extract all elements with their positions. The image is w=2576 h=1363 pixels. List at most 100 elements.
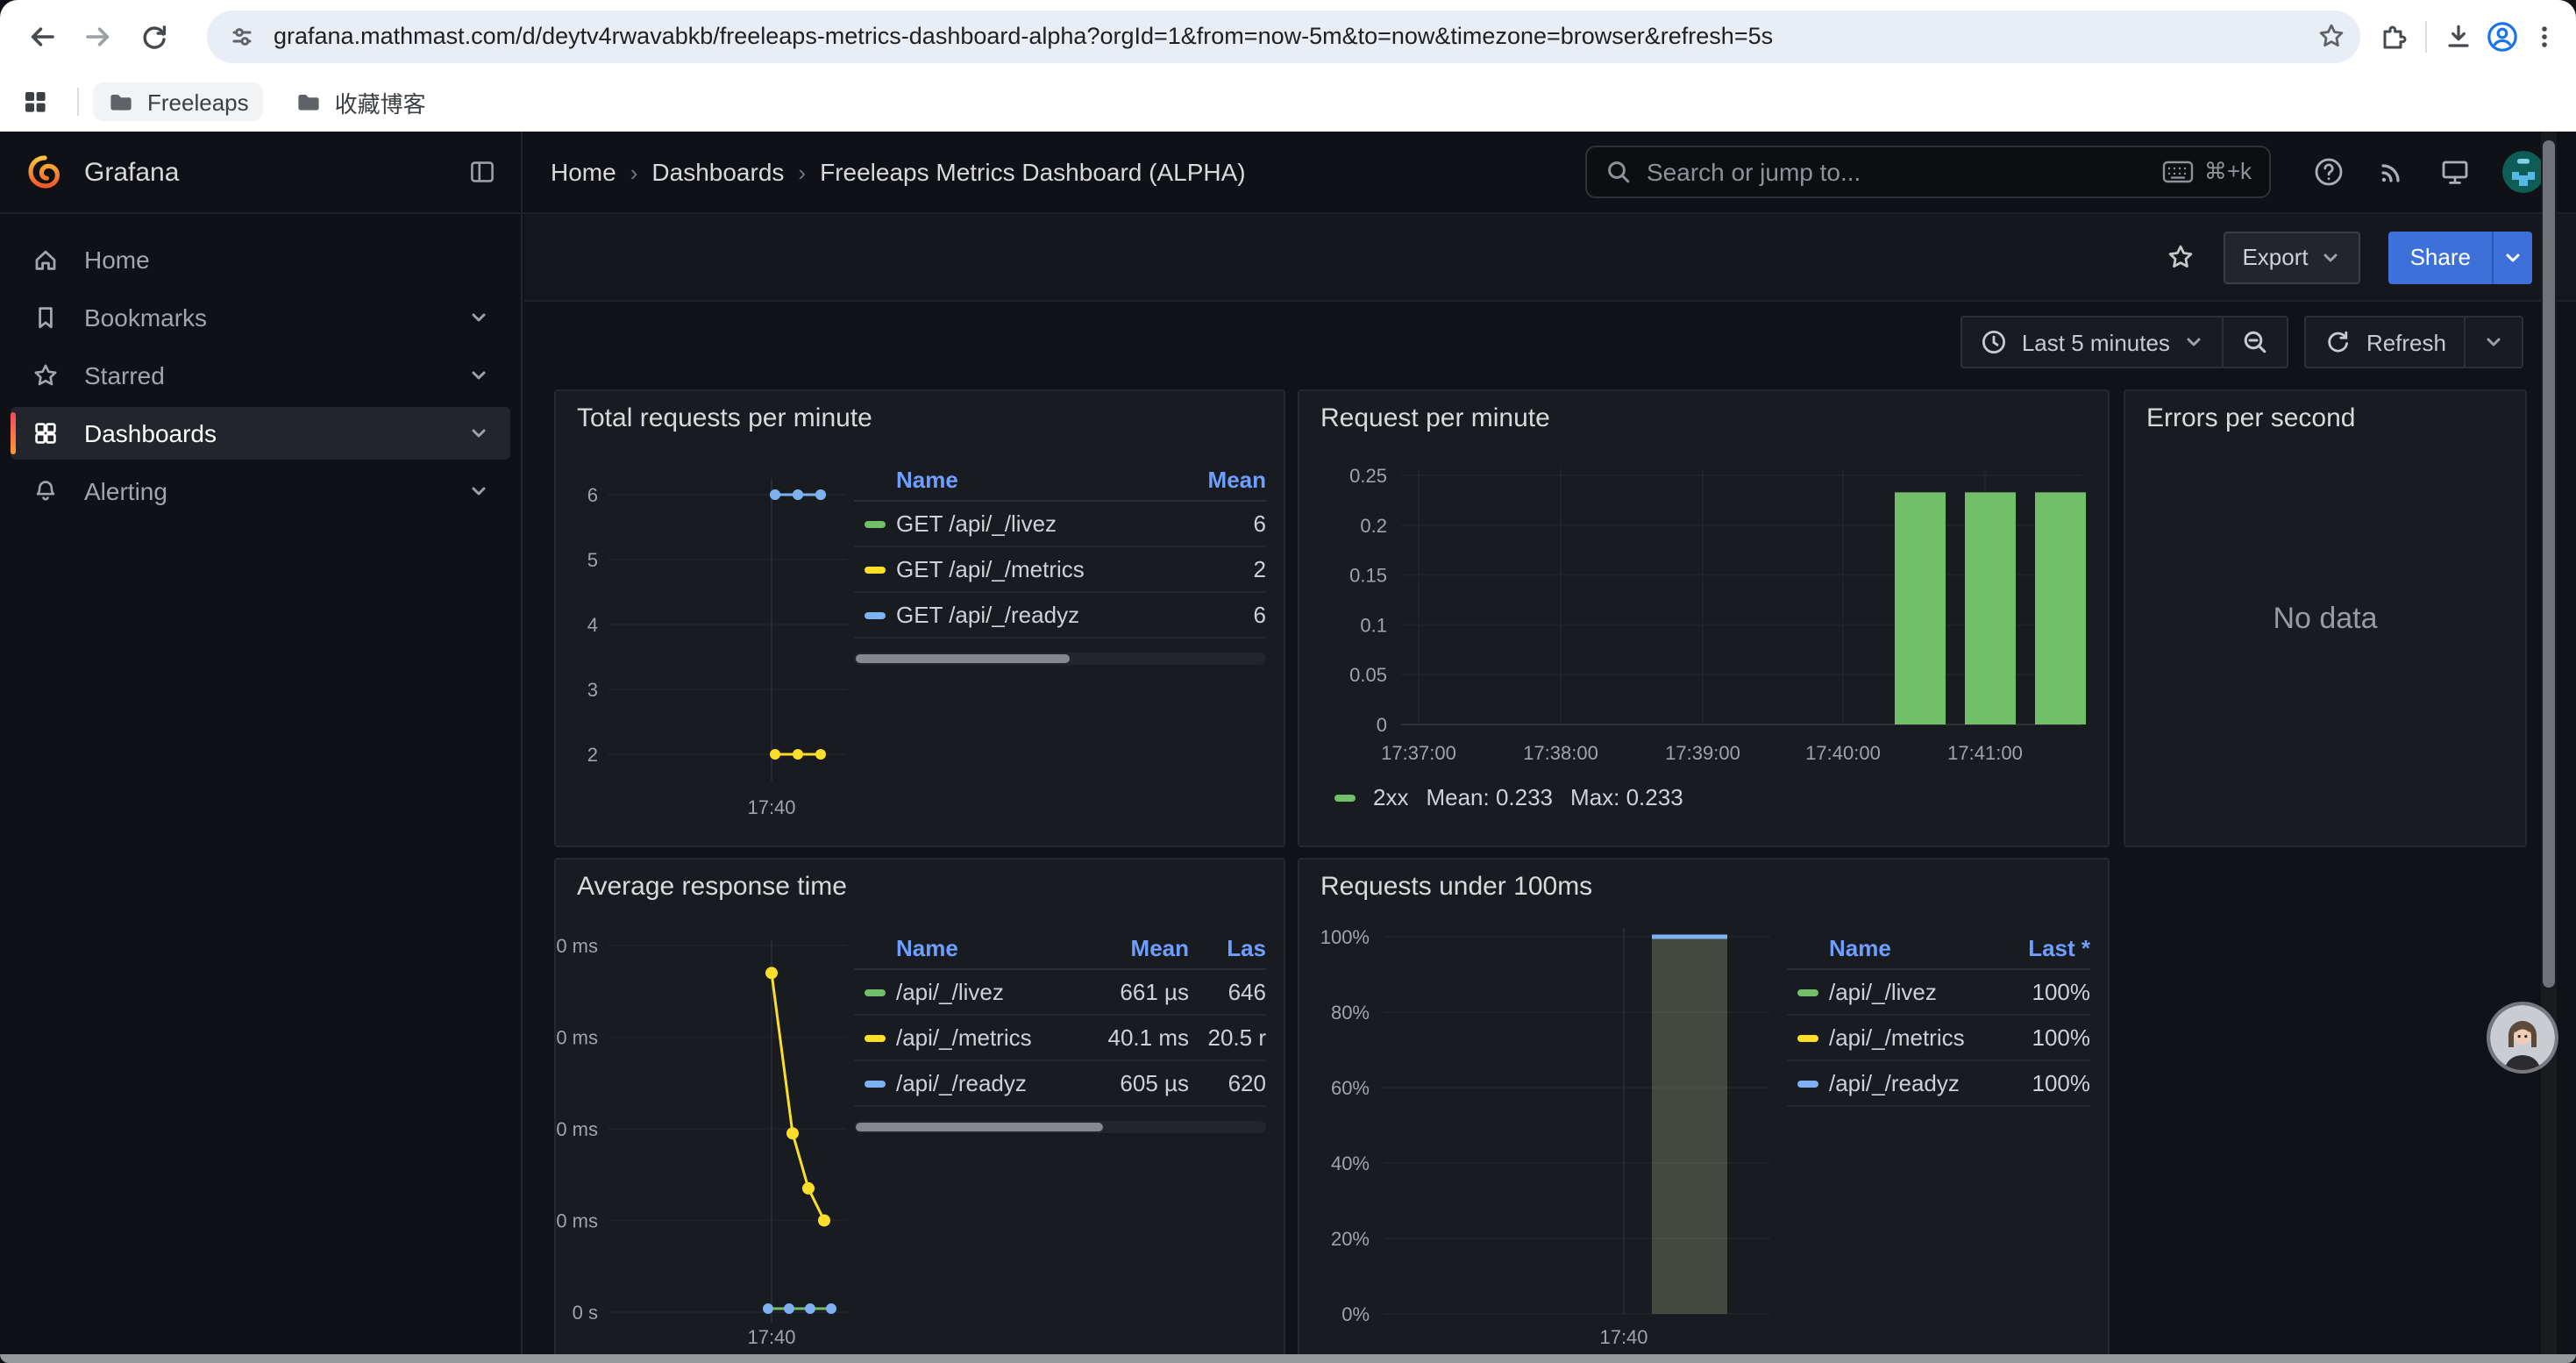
scrollbar-thumb[interactable]	[2543, 140, 2555, 988]
home-icon	[32, 246, 60, 274]
legend-col-last[interactable]: Las	[1189, 934, 1266, 960]
chevron-down-icon[interactable]	[468, 307, 489, 328]
bell-icon	[32, 477, 60, 505]
legend-col-mean[interactable]: Mean	[1073, 934, 1189, 960]
reload-button[interactable]	[130, 11, 179, 61]
breadcrumb-home[interactable]: Home	[551, 158, 616, 186]
sidebar-item-dashboards[interactable]: Dashboards	[11, 407, 510, 460]
rss-icon[interactable]	[2376, 156, 2408, 188]
series-color-swatch	[865, 1080, 886, 1087]
dashboards-grid-icon	[32, 419, 60, 447]
url-text[interactable]: grafana.mathmast.com/d/deytv4rwavabkb/fr…	[274, 23, 2316, 49]
bookmark-star-icon[interactable]	[2316, 21, 2346, 51]
time-controls: Last 5 minutes Refresh	[1960, 316, 2523, 368]
svg-text:5: 5	[587, 549, 598, 571]
bookmark-label: Freeleaps	[147, 89, 249, 115]
sidebar: Home Bookmarks Starred Dashboards Alerti…	[0, 214, 523, 1363]
favorite-star-icon[interactable]	[2165, 242, 2195, 272]
legend-row[interactable]: GET /api/_/metrics 2	[854, 547, 1266, 593]
apps-grid-icon[interactable]	[21, 88, 49, 116]
share-menu-button[interactable]	[2492, 231, 2532, 283]
forward-button[interactable]	[74, 11, 123, 61]
help-icon[interactable]	[2313, 156, 2345, 188]
scrollbar-thumb[interactable]	[856, 654, 1070, 663]
breadcrumb-separator: ›	[630, 159, 638, 185]
zoom-out-icon	[2242, 328, 2270, 356]
bookmark-item-freeleaps[interactable]: Freeleaps	[93, 82, 263, 121]
legend-row[interactable]: GET /api/_/readyz 6	[854, 593, 1266, 639]
chevron-down-icon	[2502, 246, 2523, 268]
share-button[interactable]: Share	[2389, 231, 2492, 283]
chevron-down-icon[interactable]	[468, 423, 489, 444]
legend-col-last[interactable]: Last *	[1999, 934, 2090, 960]
svg-text:0.2: 0.2	[1360, 515, 1387, 537]
legend-row[interactable]: /api/_/livez 661 µs 646	[854, 970, 1266, 1016]
chevron-down-icon[interactable]	[468, 481, 489, 502]
profile-icon[interactable]	[2485, 18, 2520, 54]
legend-row[interactable]: /api/_/metrics 100%	[1787, 1016, 2090, 1061]
sidebar-item-bookmarks[interactable]: Bookmarks	[11, 291, 510, 344]
zoom-out-button[interactable]	[2223, 318, 2288, 367]
legend-row[interactable]: GET /api/_/livez 6	[854, 502, 1266, 547]
series-mean: 2	[1178, 556, 1266, 582]
url-bar[interactable]: grafana.mathmast.com/d/deytv4rwavabkb/fr…	[207, 10, 2360, 62]
legend-row[interactable]: /api/_/metrics 40.1 ms 20.5 r	[854, 1016, 1266, 1061]
panel-requests-under-100ms: Requests under 100ms 100%80%60%40%20%0%1…	[1298, 858, 2110, 1363]
bookmark-item-blog[interactable]: 收藏博客	[281, 80, 440, 124]
legend-row[interactable]: /api/_/readyz 100%	[1787, 1061, 2090, 1107]
kiosk-monitor-icon[interactable]	[2439, 156, 2471, 188]
chevron-down-icon	[2483, 332, 2504, 353]
screenshot-root: grafana.mathmast.com/d/deytv4rwavabkb/fr…	[0, 0, 2576, 1363]
page-scrollbar[interactable]	[2541, 132, 2557, 1363]
chevron-down-icon[interactable]	[468, 365, 489, 386]
sidebar-item-starred[interactable]: Starred	[11, 349, 510, 402]
user-avatar[interactable]	[2502, 151, 2544, 193]
back-button[interactable]	[18, 11, 67, 61]
refresh-group: Refresh	[2305, 316, 2523, 368]
browser-menu-icon[interactable]	[2530, 22, 2558, 50]
legend[interactable]: 2xx Mean: 0.233 Max: 0.233	[1317, 777, 2090, 810]
legend-hscrollbar[interactable]	[854, 1121, 1266, 1133]
breadcrumb-dashboards[interactable]: Dashboards	[651, 158, 784, 186]
series-name: /api/_/readyz	[1829, 1070, 1999, 1096]
panel-title[interactable]: Requests under 100ms	[1299, 860, 2108, 902]
dashboard-canvas: Last 5 minutes Refresh	[524, 302, 2576, 1363]
grafana-logo[interactable]	[25, 153, 63, 191]
series-mean: 661 µs	[1073, 979, 1189, 1005]
scrollbar-thumb[interactable]	[856, 1123, 1103, 1131]
site-info-icon[interactable]	[228, 22, 256, 50]
panel-title[interactable]: Errors per second	[2125, 391, 2525, 433]
downloads-icon[interactable]	[2443, 20, 2474, 52]
legend-col-mean[interactable]: Mean	[1178, 466, 1266, 492]
panel-errors-per-second: Errors per second No data	[2124, 389, 2527, 847]
no-data-message: No data	[2125, 601, 2525, 636]
panel-title[interactable]: Total requests per minute	[556, 391, 1284, 433]
svg-text:17:38:00: 17:38:00	[1523, 742, 1598, 764]
legend-hscrollbar[interactable]	[854, 653, 1266, 665]
share-button-group: Share	[2389, 231, 2532, 283]
search-icon	[1605, 158, 1633, 186]
extensions-icon[interactable]	[2378, 20, 2409, 52]
legend-col-name[interactable]: Name	[1829, 934, 1999, 960]
panel-title[interactable]: Request per minute	[1299, 391, 2108, 433]
export-button[interactable]: Export	[2223, 231, 2360, 283]
svg-text:6: 6	[587, 484, 598, 506]
legend-row[interactable]: /api/_/readyz 605 µs 620	[854, 1061, 1266, 1107]
panel-body: 6543217:40 Name Mean GET /api/_/livez 6	[556, 433, 1284, 823]
legend-row[interactable]: /api/_/livez 100%	[1787, 970, 2090, 1016]
sidebar-item-alerting[interactable]: Alerting	[11, 465, 510, 517]
refresh-interval-button[interactable]	[2464, 318, 2522, 367]
sidebar-item-home[interactable]: Home	[11, 233, 510, 286]
legend-col-name[interactable]: Name	[896, 934, 1073, 960]
search-input[interactable]: Search or jump to... ⌘+k	[1585, 146, 2271, 198]
panel-title[interactable]: Average response time	[556, 860, 1284, 902]
time-range-picker[interactable]: Last 5 minutes	[1962, 318, 2223, 367]
collapse-pane-icon[interactable]	[468, 158, 496, 186]
floating-assistant-avatar[interactable]	[2490, 1005, 2555, 1070]
svg-text:17:40:00: 17:40:00	[1805, 742, 1881, 764]
legend-col-name[interactable]: Name	[896, 466, 1178, 492]
series-name: /api/_/livez	[896, 979, 1073, 1005]
header-main: Home › Dashboards › Freeleaps Metrics Da…	[523, 132, 2576, 212]
refresh-button[interactable]: Refresh	[2307, 318, 2464, 367]
refresh-icon	[2324, 328, 2352, 356]
